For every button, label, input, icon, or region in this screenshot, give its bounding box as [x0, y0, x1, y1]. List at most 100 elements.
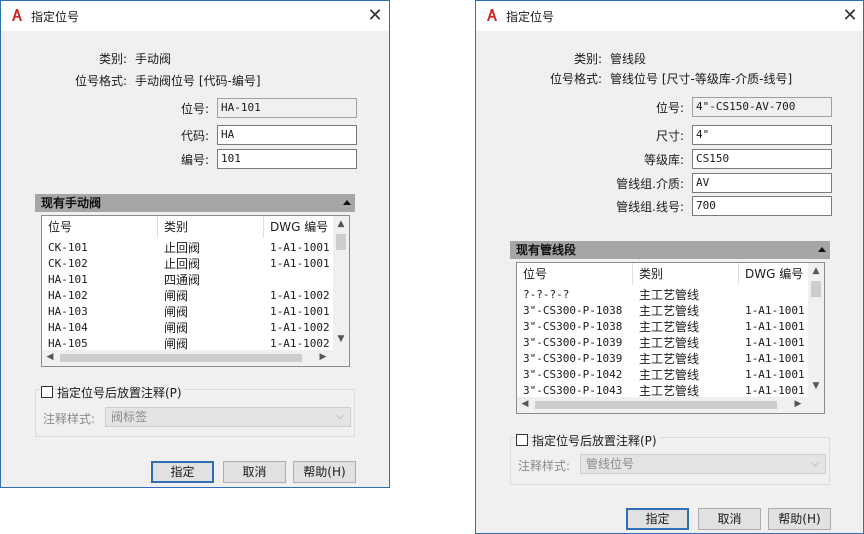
existing-lines-list[interactable]: 位号 类别 DWG 编号 ?-?-?-? 主工艺管线 3"-CS300-P-1038…: [516, 262, 825, 414]
row-tag-cell: 3"-CS300-P-1042: [523, 368, 623, 381]
assign-button[interactable]: 指定: [626, 508, 689, 530]
row-type-cell: 四通阀: [164, 273, 201, 287]
row-dwg-cell: 1-A1-1001: [270, 257, 330, 270]
service-field[interactable]: AV: [692, 173, 832, 193]
tag-label: 位号:: [655, 101, 684, 115]
row-dwg-cell: 1-A1-1001: [745, 336, 805, 349]
row-dwg-cell: 1-A1-1001: [270, 305, 330, 318]
title-bar: 指定位号 ✕: [1, 1, 389, 31]
scroll-left-icon[interactable]: ◀: [42, 352, 58, 362]
collapse-triangle-icon[interactable]: [343, 200, 351, 205]
annotation-style-select: 阀标签 ⌵: [105, 407, 351, 427]
row-type-cell: 主工艺管线: [639, 304, 700, 318]
assign-tag-dialog-line: 指定位号 ✕ 类别: 管线段 位号格式: 管线位号 [尺寸-等级库-介质-线号]…: [475, 0, 864, 534]
list-item[interactable]: 3"-CS300-P-1039 主工艺管线 1-A1-1001: [517, 351, 808, 367]
scroll-up-icon[interactable]: ▲: [333, 219, 349, 229]
horizontal-scrollbar[interactable]: ◀ ▶: [517, 397, 824, 413]
horizontal-scroll-thumb[interactable]: [535, 401, 777, 409]
row-tag-cell: HA-103: [48, 305, 88, 318]
dropdown-chevron-icon: ⌵: [811, 458, 819, 469]
section-title: 现有管线段: [516, 243, 577, 257]
column-header-dwg[interactable]: DWG 编号: [264, 216, 335, 238]
autocad-app-icon: [487, 9, 497, 21]
collapse-triangle-icon[interactable]: [818, 247, 826, 252]
row-type-cell: 主工艺管线: [639, 288, 700, 302]
column-header-dwg[interactable]: DWG 编号: [739, 263, 810, 285]
cancel-button[interactable]: 取消: [223, 461, 286, 483]
tag-format-value: 管线位号 [尺寸-等级库-介质-线号]: [610, 72, 793, 86]
code-label: 代码:: [180, 129, 209, 143]
dialog-title: 指定位号: [506, 10, 555, 24]
autocad-app-icon: [12, 9, 22, 21]
tag-label: 位号:: [180, 102, 209, 116]
vertical-scrollbar[interactable]: ▲ ▼: [333, 216, 349, 350]
list-item[interactable]: ?-?-?-? 主工艺管线: [517, 287, 808, 303]
close-icon[interactable]: ✕: [836, 4, 864, 28]
row-type-cell: 主工艺管线: [639, 368, 700, 382]
row-tag-cell: HA-104: [48, 321, 88, 334]
list-item[interactable]: 3"-CS300-P-1039 主工艺管线 1-A1-1001: [517, 335, 808, 351]
scroll-right-icon[interactable]: ▶: [315, 352, 331, 362]
row-type-cell: 闸阀: [164, 289, 189, 303]
list-item[interactable]: CK-102 止回阀 1-A1-1001: [42, 256, 333, 272]
code-field[interactable]: HA: [217, 125, 357, 145]
help-button[interactable]: 帮助(H): [293, 461, 356, 483]
tag-format-label: 位号格式:: [74, 74, 127, 88]
size-field[interactable]: 4": [692, 125, 832, 145]
row-type-cell: 止回阀: [164, 257, 201, 271]
list-item[interactable]: HA-102 闸阀 1-A1-1002: [42, 288, 333, 304]
row-type-cell: 主工艺管线: [639, 352, 700, 366]
existing-tags-list[interactable]: 位号 类别 DWG 编号 CK-101 止回阀 1-A1-1001 CK-102 止回阀…: [41, 215, 350, 367]
scroll-down-icon[interactable]: ▼: [333, 334, 349, 344]
column-header-tag[interactable]: 位号: [42, 216, 158, 238]
category-label: 类别:: [98, 52, 127, 66]
number-field[interactable]: 101: [217, 149, 357, 169]
horizontal-scrollbar[interactable]: ◀ ▶: [42, 350, 349, 366]
line-number-label: 管线组.线号:: [616, 200, 684, 214]
scroll-right-icon[interactable]: ▶: [790, 399, 806, 409]
help-button[interactable]: 帮助(H): [768, 508, 831, 530]
existing-section-header[interactable]: 现有手动阀: [35, 194, 355, 212]
cancel-button[interactable]: 取消: [698, 508, 761, 530]
dialog-title: 指定位号: [31, 10, 80, 24]
list-item[interactable]: HA-104 闸阀 1-A1-1002: [42, 320, 333, 336]
scroll-up-icon[interactable]: ▲: [808, 266, 824, 276]
service-label: 管线组.介质:: [616, 177, 684, 191]
horizontal-scroll-thumb[interactable]: [60, 354, 302, 362]
column-header-tag[interactable]: 位号: [517, 263, 633, 285]
place-annotation-checkbox[interactable]: [516, 434, 528, 446]
scroll-down-icon[interactable]: ▼: [808, 381, 824, 391]
vertical-scroll-thumb[interactable]: [336, 234, 346, 250]
column-header-type[interactable]: 类别: [633, 263, 739, 285]
category-label: 类别:: [573, 52, 602, 66]
vertical-scroll-thumb[interactable]: [811, 281, 821, 297]
row-tag-cell: 3"-CS300-P-1038: [523, 304, 623, 317]
list-item[interactable]: 3"-CS300-P-1038 主工艺管线 1-A1-1001: [517, 303, 808, 319]
line-number-field[interactable]: 700: [692, 196, 832, 216]
list-item[interactable]: 3"-CS300-P-1042 主工艺管线 1-A1-1001: [517, 367, 808, 383]
row-type-cell: 闸阀: [164, 305, 189, 319]
place-annotation-label[interactable]: 指定位号后放置注释(P): [57, 384, 184, 401]
place-annotation-checkbox[interactable]: [41, 386, 53, 398]
existing-section-header[interactable]: 现有管线段: [510, 241, 830, 259]
row-tag-cell: CK-101: [48, 241, 88, 254]
row-type-cell: 主工艺管线: [639, 336, 700, 350]
annotation-style-label: 注释样式:: [518, 459, 571, 473]
list-item[interactable]: HA-101 四通阀: [42, 272, 333, 288]
tag-format-label: 位号格式:: [549, 72, 602, 86]
size-label: 尺寸:: [655, 129, 684, 143]
list-item[interactable]: HA-103 闸阀 1-A1-1001: [42, 304, 333, 320]
close-icon[interactable]: ✕: [361, 4, 389, 28]
place-annotation-label[interactable]: 指定位号后放置注释(P): [532, 432, 659, 449]
row-tag-cell: 3"-CS300-P-1039: [523, 352, 623, 365]
category-value: 管线段: [610, 52, 647, 66]
list-item[interactable]: CK-101 止回阀 1-A1-1001: [42, 240, 333, 256]
list-item[interactable]: 3"-CS300-P-1038 主工艺管线 1-A1-1001: [517, 319, 808, 335]
row-dwg-cell: 1-A1-1001: [745, 352, 805, 365]
assign-button[interactable]: 指定: [151, 461, 214, 483]
column-header-type[interactable]: 类别: [158, 216, 264, 238]
row-dwg-cell: 1-A1-1002: [270, 321, 330, 334]
vertical-scrollbar[interactable]: ▲ ▼: [808, 263, 824, 397]
spec-field[interactable]: CS150: [692, 149, 832, 169]
scroll-left-icon[interactable]: ◀: [517, 399, 533, 409]
